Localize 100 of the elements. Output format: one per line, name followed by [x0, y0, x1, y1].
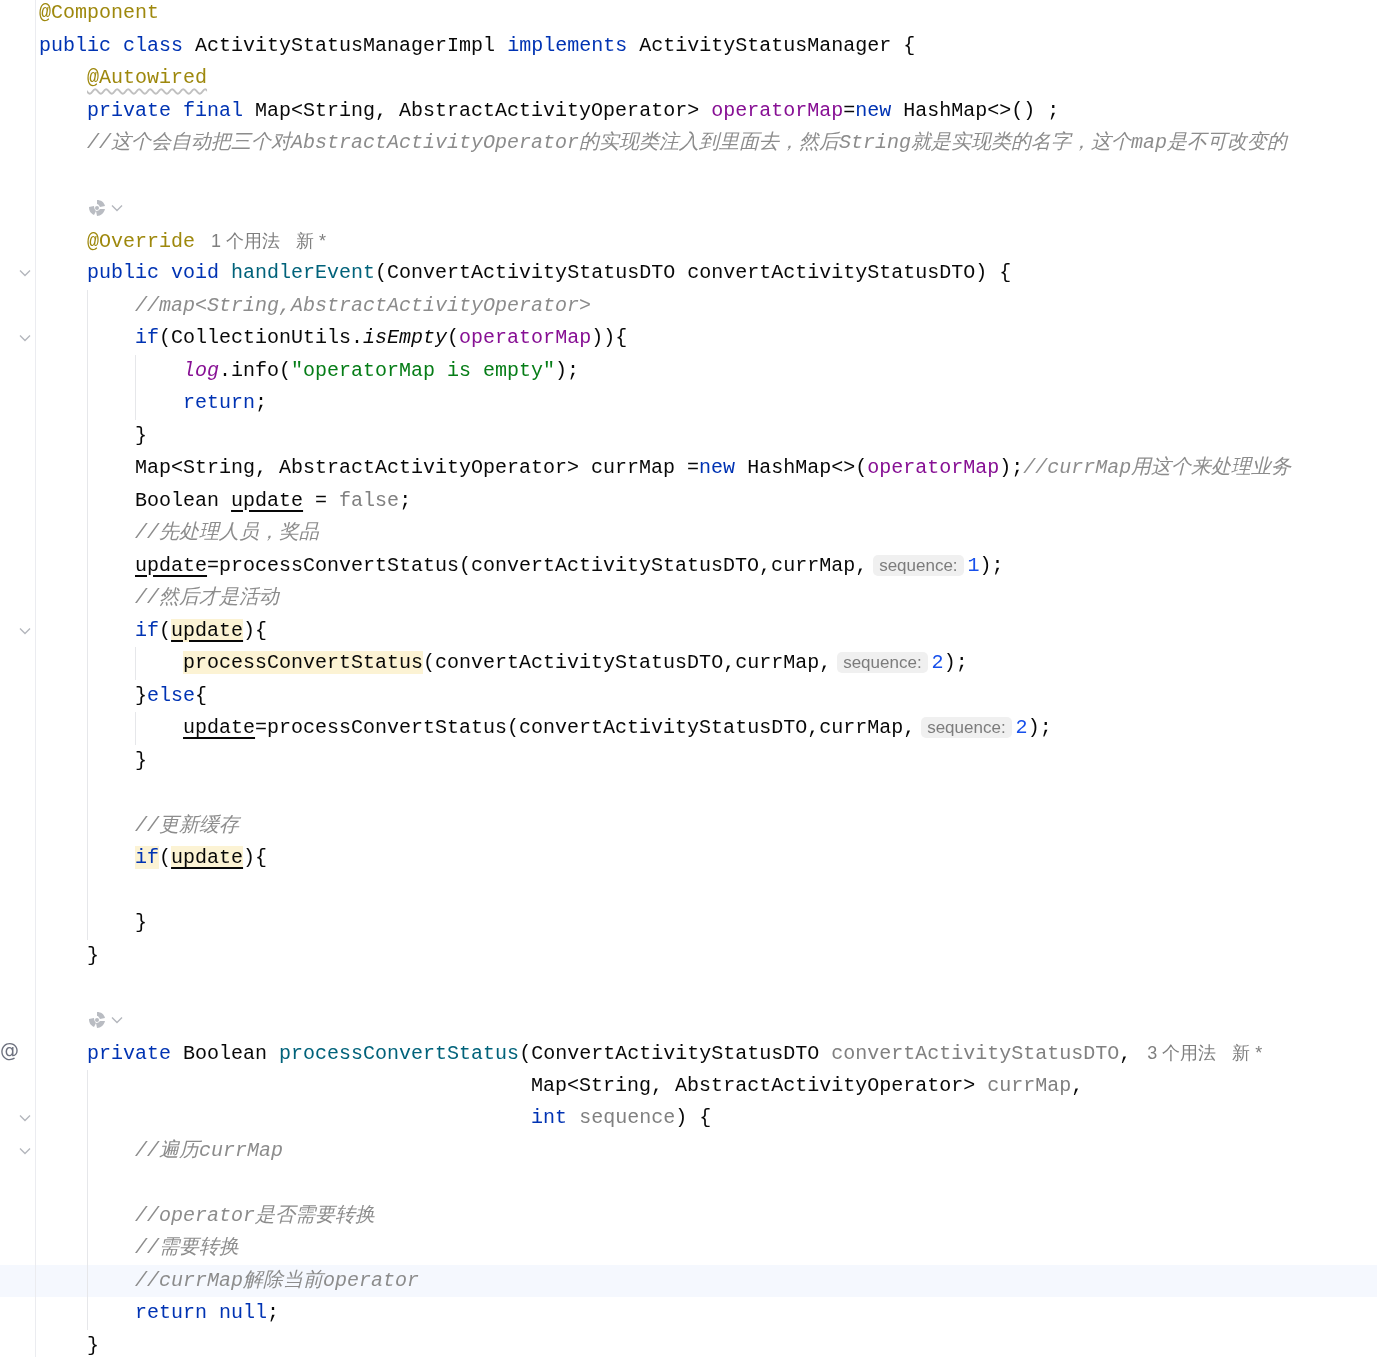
- code-comment: //currMap解除当前operator: [135, 1268, 420, 1292]
- keyword: public class: [39, 33, 184, 57]
- annotation: @Autowired: [87, 66, 208, 89]
- code-text: update: [171, 846, 244, 869]
- usage-hint: 1 个用法: [211, 230, 281, 251]
- code-text: {: [195, 683, 208, 707]
- code-text: );: [1027, 716, 1052, 739]
- code-text: Map<String, AbstractActivityOperator> currMap =: [135, 456, 700, 479]
- fold-icon[interactable]: [19, 334, 31, 342]
- code-comment: //更新缓存: [135, 813, 240, 837]
- code-text: isEmpty: [363, 326, 448, 349]
- parameter-name: convertActivityStatusDTO: [831, 1042, 1120, 1065]
- code-text: (: [159, 846, 172, 869]
- code-text: HashMap<>(: [747, 456, 868, 479]
- keyword: return null: [135, 1301, 268, 1324]
- code-text: (ConvertActivityStatusDTO convertActivityStatusDTO) {: [375, 261, 1012, 284]
- code-text: update: [171, 618, 244, 642]
- field-name: operatorMap: [711, 98, 844, 122]
- code-text: ;: [267, 1301, 280, 1324]
- keyword: private: [87, 1042, 172, 1065]
- annotation: @Override: [87, 229, 196, 253]
- code-text: );: [979, 553, 1004, 577]
- code-text: processConvertStatus: [183, 651, 424, 674]
- code-comment: //currMap用这个来处理业务: [1023, 456, 1292, 479]
- code-text: ActivityStatusManager {: [639, 33, 916, 57]
- parameter-hint: sequence:: [837, 652, 928, 673]
- field-name: operatorMap: [459, 326, 592, 349]
- fold-icon[interactable]: [19, 1114, 31, 1122]
- code-text: HashMap<>() ;: [903, 98, 1060, 122]
- chevron-down-icon[interactable]: [111, 203, 123, 212]
- code-text: }: [135, 683, 148, 707]
- code-text: =processConvertStatus(convertActivityStatusDTO,currMap,: [255, 716, 916, 739]
- swirl-icon[interactable]: [87, 1010, 107, 1031]
- code-text: Boolean: [183, 1042, 268, 1065]
- code-text: update: [231, 488, 304, 512]
- keyword: new: [699, 456, 736, 479]
- keyword: new: [855, 98, 892, 122]
- parameter-name: false: [339, 488, 400, 512]
- code-comment: //先处理人员，奖品: [135, 521, 320, 544]
- code-text: }: [135, 423, 148, 447]
- code-text: Boolean: [135, 488, 220, 512]
- number-literal: 1: [967, 553, 980, 577]
- annotation: @Component: [39, 1, 160, 24]
- code-text: update: [183, 716, 256, 739]
- method-name: handlerEvent: [231, 261, 376, 284]
- fold-icon[interactable]: [19, 1146, 31, 1155]
- code-text: );: [943, 651, 968, 674]
- keyword: else: [147, 683, 196, 707]
- keyword: if: [135, 846, 160, 869]
- code-text: );: [999, 456, 1024, 479]
- code-comment: //然后才是活动: [135, 586, 280, 609]
- code-text: (: [447, 326, 460, 349]
- code-text: Map<String, AbstractActivityOperator>: [255, 98, 700, 122]
- keyword: int: [531, 1106, 568, 1129]
- code-text: =processConvertStatus(convertActivityStatusDTO,currMap,: [207, 553, 868, 577]
- code-text: (convertActivityStatusDTO,currMap,: [423, 651, 832, 674]
- keyword: if: [135, 326, 160, 349]
- method-name: processConvertStatus: [279, 1042, 520, 1065]
- code-text: =: [843, 98, 856, 122]
- swirl-icon[interactable]: [87, 197, 107, 218]
- field-name: operatorMap: [867, 456, 1000, 479]
- code-text: update: [135, 553, 208, 577]
- code-comment: //map<String,AbstractActivityOperator>: [135, 293, 592, 317]
- code-text: }: [135, 748, 148, 772]
- code-text: );: [555, 358, 580, 382]
- parameter-hint: sequence:: [921, 717, 1012, 738]
- keyword: private final: [87, 98, 244, 122]
- code-comment: //需要转换: [135, 1236, 240, 1259]
- code-text: .info(: [219, 358, 292, 382]
- parameter-name: sequence: [579, 1106, 676, 1129]
- gutter-marker[interactable]: @: [0, 1041, 19, 1060]
- keyword: public void: [87, 261, 220, 284]
- number-literal: 2: [931, 651, 944, 674]
- keyword: return: [183, 391, 256, 414]
- code-text: ,: [1119, 1042, 1132, 1065]
- code-text: (: [159, 618, 172, 642]
- parameter-hint: sequence:: [873, 554, 964, 576]
- usage-hint: 3 个用法: [1147, 1043, 1217, 1063]
- chevron-down-icon[interactable]: [111, 1016, 123, 1025]
- fold-icon[interactable]: [19, 269, 31, 277]
- code-comment: //遍历currMap: [135, 1138, 284, 1162]
- code-text: (ConvertActivityStatusDTO: [519, 1042, 820, 1065]
- keyword: implements: [507, 33, 628, 57]
- number-literal: 2: [1015, 716, 1028, 739]
- keyword: if: [135, 618, 160, 642]
- code-text: ){: [243, 846, 268, 869]
- code-text: ){: [243, 618, 268, 642]
- code-text: ,: [1071, 1073, 1084, 1097]
- code-comment: //这个会自动把三个对AbstractActivityOperator的实现类注入到里面去，然后String就是实现类的名字，这个map是不可改变的: [87, 131, 1288, 154]
- usage-hint: 新 *: [296, 230, 327, 251]
- code-text: ActivityStatusManagerImpl: [195, 33, 496, 57]
- code-text: }: [87, 1333, 100, 1357]
- code-text: }: [135, 911, 148, 934]
- code-text: (CollectionUtils.: [159, 326, 364, 349]
- string-literal: "operatorMap is empty": [291, 358, 556, 382]
- code-text: ) {: [675, 1106, 712, 1129]
- code-comment: //operator是否需要转换: [135, 1203, 376, 1227]
- parameter-name: currMap: [987, 1073, 1072, 1097]
- fold-icon[interactable]: [19, 626, 31, 635]
- code-text: )){: [591, 326, 628, 349]
